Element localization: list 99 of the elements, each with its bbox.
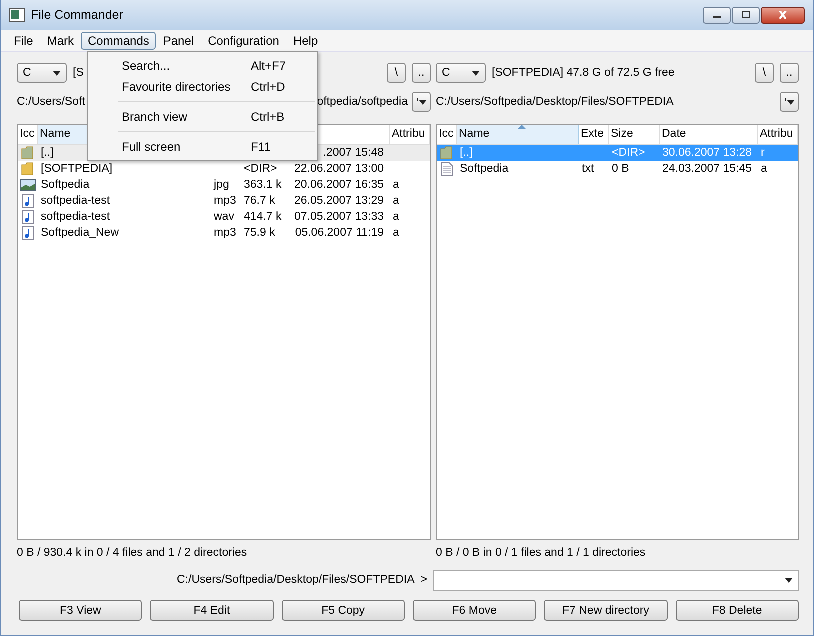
table-cell: r — [761, 147, 765, 159]
column-header[interactable]: Date — [660, 125, 758, 144]
file-name: Softpedia_New — [41, 227, 119, 239]
folder-icon — [440, 146, 454, 160]
file-row[interactable]: softpedia-test wav 414.7 k 07.05.2007 13:33 a — [18, 209, 430, 225]
caret-icon — [784, 98, 794, 106]
table-cell: jpg — [214, 179, 230, 191]
table-cell: 26.05.2007 13:29 — [294, 195, 384, 207]
command-prompt: > — [420, 574, 428, 586]
function-key-button[interactable]: F7 New directory — [544, 600, 668, 621]
maximize-icon — [741, 11, 751, 19]
table-cell: txt — [582, 163, 594, 175]
table-cell: <DIR> — [244, 163, 278, 175]
file-name: softpedia-test — [41, 211, 110, 223]
table-cell: 07.05.2007 13:33 — [294, 211, 384, 223]
table-cell: wav — [214, 211, 234, 223]
function-key-button[interactable]: F3 View — [19, 600, 142, 621]
file-row[interactable]: Softpedia jpg 363.1 k 20.06.2007 16:35 a — [18, 177, 430, 193]
menu-entry[interactable]: Branch view Ctrl+B — [88, 106, 317, 127]
menu-item[interactable]: Panel — [156, 32, 202, 50]
audio-file-icon — [22, 210, 34, 224]
table-cell: 24.03.2007 15:45 — [662, 163, 752, 175]
app-icon — [9, 8, 25, 22]
root-button[interactable]: \ — [387, 63, 406, 83]
audio-file-icon — [22, 194, 34, 208]
history-dropdown[interactable] — [412, 92, 431, 112]
parent-button[interactable]: .. — [780, 63, 799, 83]
file-name: [..] — [41, 147, 54, 159]
file-row[interactable]: [SOFTPEDIA] <DIR> 22.06.2007 13:00 — [18, 161, 430, 177]
column-header[interactable]: Exte — [579, 125, 609, 144]
file-row[interactable]: Softpedia txt 0 B 24.03.2007 15:45 a — [437, 161, 798, 177]
path-label: C:/Users/Soft — [17, 96, 86, 108]
close-button[interactable] — [761, 6, 805, 24]
table-cell: <DIR> — [612, 147, 646, 159]
menu-item[interactable]: Help — [286, 32, 326, 50]
minimize-button[interactable] — [703, 6, 731, 24]
text-file-icon — [441, 162, 453, 176]
menu-item[interactable]: File — [7, 32, 40, 50]
table-cell: a — [761, 163, 768, 175]
path-label: C:/Users/Softpedia/Desktop/Files/SOFTPEDIA — [436, 96, 674, 108]
table-cell: a — [393, 211, 400, 223]
table-cell: .2007 15:48 — [323, 147, 384, 159]
close-icon — [778, 11, 788, 19]
table-cell: 414.7 k — [244, 211, 282, 223]
file-name: Softpedia — [460, 163, 509, 175]
table-cell: a — [393, 195, 400, 207]
file-name: [..] — [460, 147, 473, 159]
table-cell: 30.06.2007 13:28 — [662, 147, 752, 159]
table-cell: a — [393, 179, 400, 191]
history-dropdown[interactable] — [780, 92, 799, 112]
file-row[interactable]: softpedia-test mp3 76.7 k 26.05.2007 13:29 a — [18, 193, 430, 209]
table-cell: 22.06.2007 13:00 — [294, 163, 384, 175]
root-button[interactable]: \ — [755, 63, 774, 83]
drive-dropdown[interactable]: C — [17, 63, 67, 83]
menu-entry[interactable]: Full screen F11 — [88, 136, 317, 157]
file-row[interactable]: Softpedia_New mp3 75.9 k 05.06.2007 11:19 a — [18, 225, 430, 241]
caret-icon — [416, 98, 426, 106]
function-key-button[interactable]: F5 Copy — [282, 600, 405, 621]
column-header[interactable]: Attribu — [758, 125, 798, 144]
menu-entry[interactable]: Favourite directories Ctrl+D — [88, 76, 317, 97]
table-cell: 20.06.2007 16:35 — [294, 179, 384, 191]
function-key-button[interactable]: F6 Move — [412, 600, 536, 621]
table-cell: mp3 — [214, 195, 236, 207]
menu-item[interactable]: Mark — [40, 32, 82, 50]
folder-icon — [21, 146, 35, 160]
file-name: Softpedia — [41, 179, 90, 191]
function-key-button[interactable]: F4 Edit — [150, 600, 274, 621]
drive-info: [SOFTPEDIA] 47.8 G of 72.5 G free — [492, 67, 675, 79]
table-cell: 0 B — [612, 163, 630, 175]
panel-status: 0 B / 0 B in 0 / 1 files and 1 / 1 directories — [436, 546, 647, 561]
window-title: File Commander — [31, 8, 124, 22]
table-cell: 76.7 k — [244, 195, 276, 207]
table-cell: 363.1 k — [244, 179, 282, 191]
file-name: [SOFTPEDIA] — [41, 163, 113, 175]
audio-file-icon — [22, 226, 34, 240]
path-label: oftpedia/softpedia — [317, 96, 408, 108]
command-path: C:/Users/Softpedia/Desktop/Files/SOFTPEDIA — [177, 574, 415, 586]
caret-icon — [472, 70, 480, 76]
dropdown-arrow-icon — [785, 578, 793, 582]
column-header[interactable]: Attribu — [390, 125, 430, 144]
drive-dropdown[interactable]: C — [436, 63, 486, 83]
drive-info: [S — [73, 67, 84, 79]
column-header[interactable]: Name — [457, 125, 579, 144]
command-field[interactable] — [433, 570, 799, 590]
menu-item[interactable]: Configuration — [201, 32, 286, 50]
maximize-button[interactable] — [732, 6, 760, 24]
table-cell: a — [393, 227, 400, 239]
function-key-button[interactable]: F8 Delete — [676, 600, 799, 621]
menu-entry[interactable]: Search... Alt+F7 — [88, 55, 317, 76]
caret-icon — [53, 70, 61, 76]
table-cell: 75.9 k — [244, 227, 276, 239]
table-cell: mp3 — [214, 227, 236, 239]
table-cell: 05.06.2007 11:19 — [295, 227, 384, 239]
menu-item[interactable]: Commands — [81, 32, 156, 50]
file-name: softpedia-test — [41, 195, 110, 207]
parent-button[interactable]: .. — [412, 63, 431, 83]
panel-status: 0 B / 930.4 k in 0 / 4 files and 1 / 2 directories — [17, 546, 248, 561]
image-file-icon — [20, 178, 36, 192]
column-header[interactable]: Size — [609, 125, 660, 144]
